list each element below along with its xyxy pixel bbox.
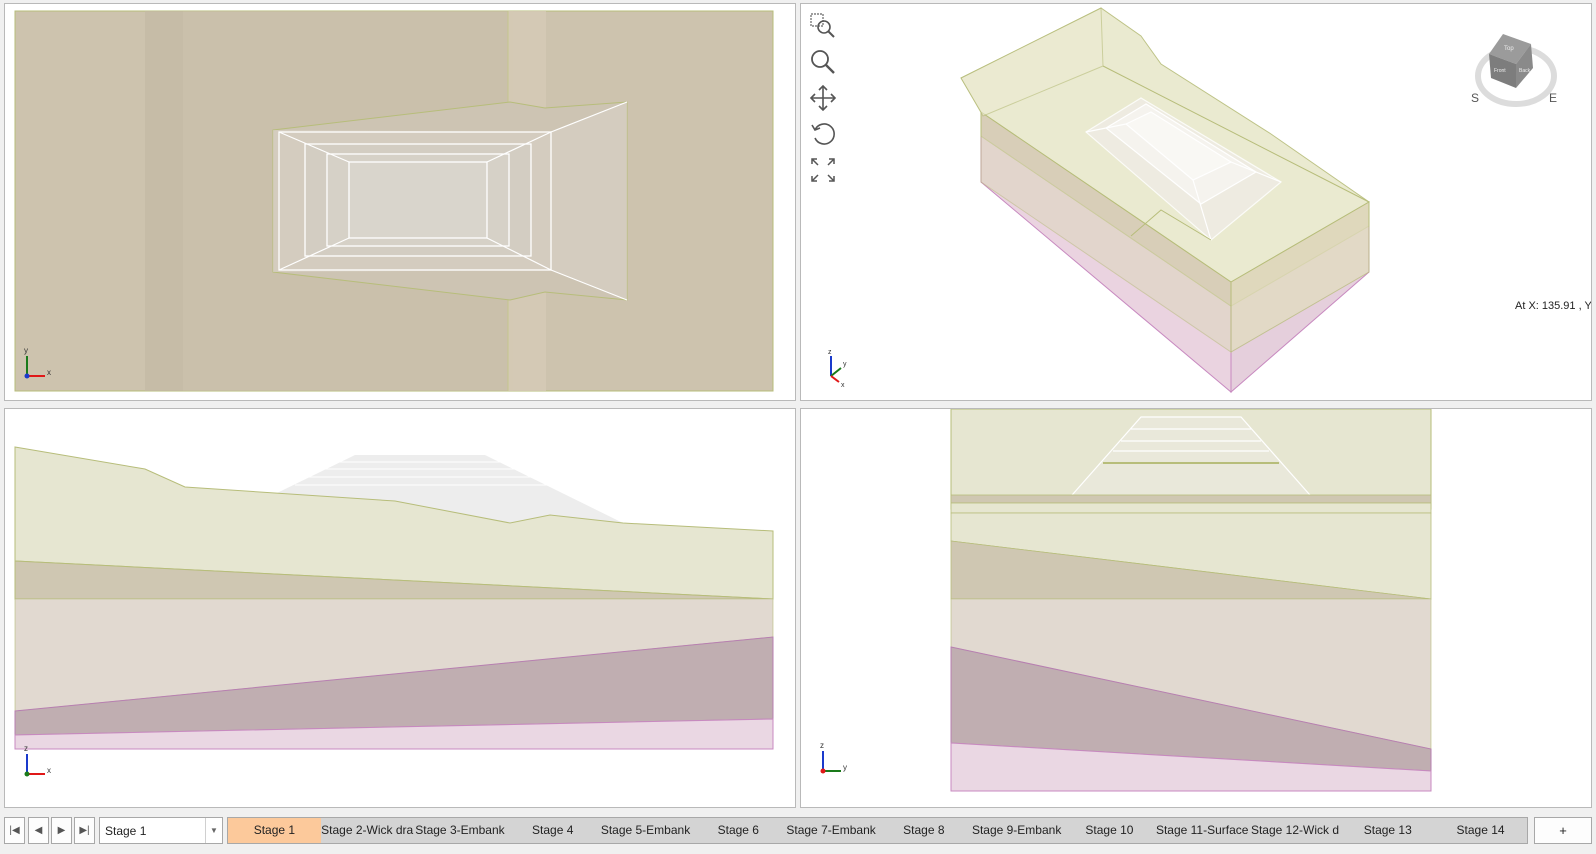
last-stage-button[interactable]: ▶| [74,817,95,844]
svg-text:Back: Back [1519,68,1531,74]
previous-icon: ◀ [34,825,43,836]
svg-text:E: E [1549,91,1557,105]
view-cube[interactable]: Top Front Back S E [1471,34,1557,107]
stage-tab[interactable]: Stage 11-Surface [1156,818,1249,843]
stage-tab[interactable]: Stage 12-Wick d [1249,818,1342,843]
svg-text:Front: Front [1494,68,1506,74]
stage-bar: |◀ ◀ ▶ ▶| Stage 1 ▼ Stage 1 Stage 2-Wick … [0,813,1596,854]
stage-tab[interactable]: Stage 5-Embank [599,818,692,843]
stage-tab[interactable]: Stage 14 [1434,818,1527,843]
stage-tab[interactable]: Stage 9-Embank [970,818,1063,843]
axis-triad: z y x [828,349,847,389]
perspective-view-drawing: Top Front Back S E z y x [828,7,1557,394]
svg-text:z: z [820,741,824,750]
rotate-icon[interactable] [809,120,837,148]
perspective-viewport[interactable]: Top Front Back S E z y x At X: 135.91 , … [800,3,1592,401]
svg-text:z: z [24,744,28,753]
stage-tab[interactable]: Stage 2-Wick dra [321,818,414,843]
zoom-window-icon[interactable] [809,12,837,40]
coordinate-readout: At X: 135.91 , Y:3 [1515,300,1592,312]
svg-text:x: x [47,368,51,377]
svg-text:S: S [1471,91,1479,105]
stage-dropdown-value: Stage 1 [105,824,147,838]
front-elevation-viewport[interactable]: x z [4,408,796,808]
svg-text:y: y [843,361,847,368]
front-view-drawing: x z [14,446,774,777]
svg-text:y: y [843,763,847,772]
stage-dropdown[interactable]: Stage 1 ▼ [99,817,223,844]
add-stage-button[interactable]: + [1534,817,1592,844]
side-elevation-viewport[interactable]: y z [800,408,1592,808]
stage-tab[interactable]: Stage 7-Embank [785,818,878,843]
svg-text:z: z [828,349,832,356]
plan-viewport[interactable]: x y [4,3,796,401]
stage-tab[interactable]: Stage 6 [692,818,785,843]
pan-icon[interactable] [809,84,837,112]
plan-view-drawing: x y [14,10,774,392]
svg-text:x: x [841,382,845,389]
stage-tab[interactable]: Stage 1 [228,818,321,843]
side-view-drawing: y z [820,409,1432,792]
stage-tab[interactable]: Stage 13 [1341,818,1434,843]
stage-tab[interactable]: Stage 10 [1063,818,1156,843]
svg-text:Top: Top [1504,46,1514,52]
stage-tab[interactable]: Stage 3-Embank [414,818,507,843]
chevron-down-icon[interactable]: ▼ [205,818,222,843]
svg-text:y: y [24,346,28,355]
stage-tab[interactable]: Stage 4 [506,818,599,843]
stage-tabs: Stage 1 Stage 2-Wick dra Stage 3-Embank Sta… [227,817,1528,844]
stage-tab[interactable]: Stage 8 [877,818,970,843]
next-stage-button[interactable]: ▶ [51,817,72,844]
skip-first-icon: |◀ [9,825,20,836]
zoom-icon[interactable] [809,48,837,76]
zoom-extents-icon[interactable] [809,156,837,184]
next-icon: ▶ [57,825,66,836]
svg-text:x: x [47,766,51,775]
previous-stage-button[interactable]: ◀ [28,817,49,844]
axis-triad: y z [820,741,847,774]
skip-last-icon: ▶| [79,825,90,836]
first-stage-button[interactable]: |◀ [4,817,25,844]
